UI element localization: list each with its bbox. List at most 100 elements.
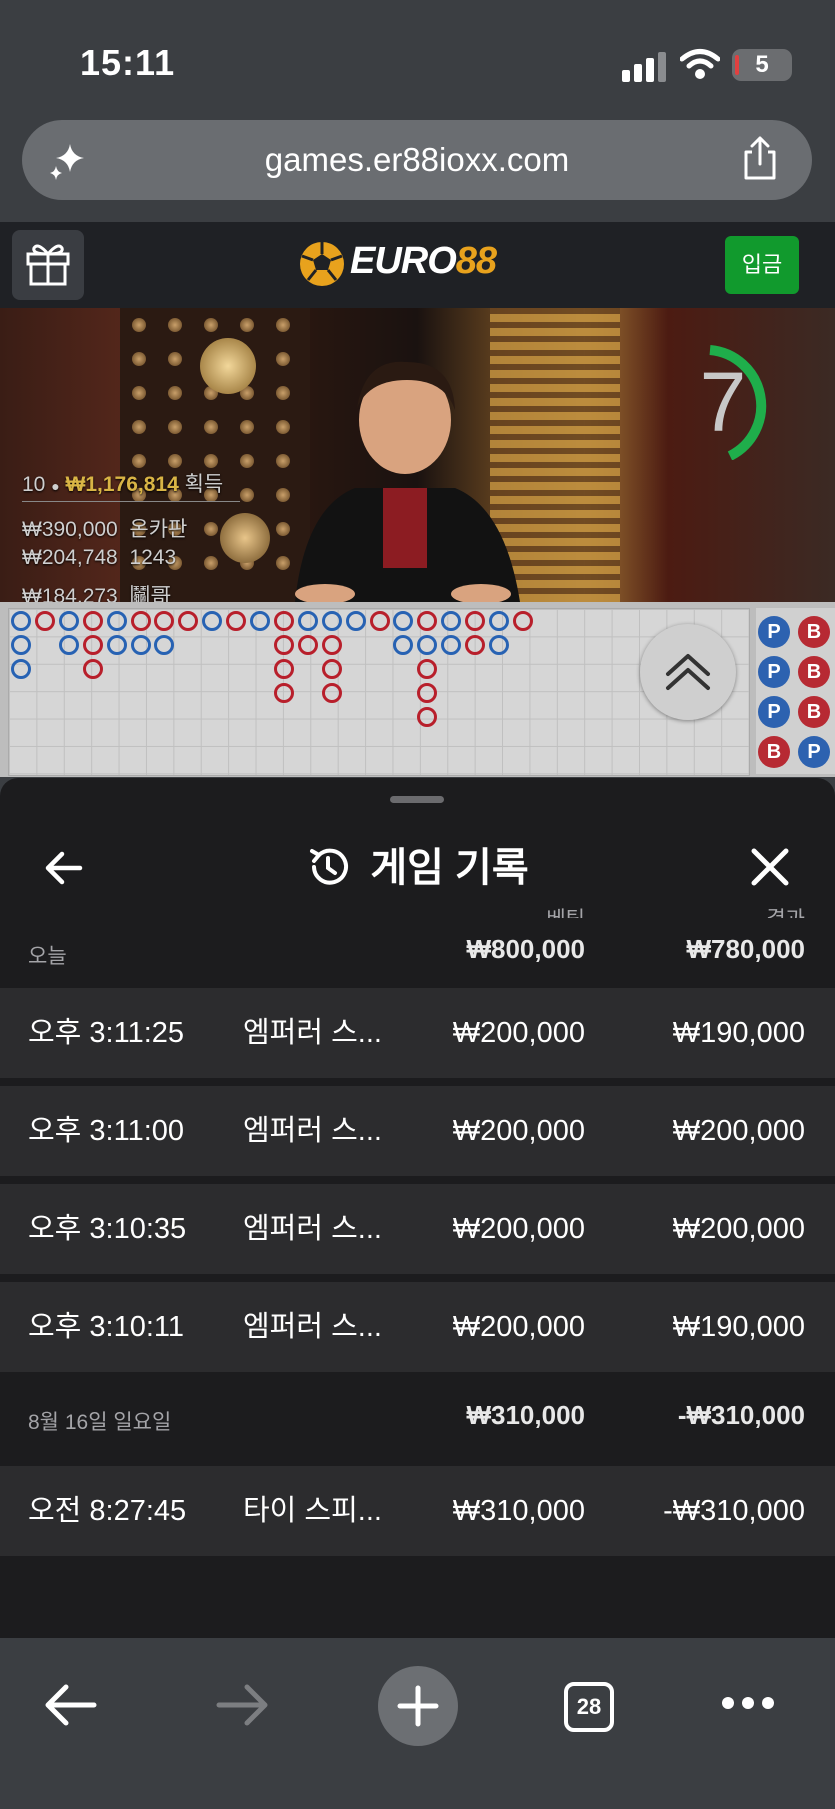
player-bead [489,611,509,631]
player-bead [250,611,270,631]
decor-stud [168,454,182,468]
row-bet: ₩310,000 [452,1495,585,1527]
banker-bead [34,611,55,631]
tab-switcher-button[interactable]: 28 [564,1682,614,1732]
winner-amount: ₩204,748 [22,546,118,569]
cellular-signal-icon [622,52,666,82]
banker-bead [273,682,294,703]
row-result: ₩200,000 [672,1213,805,1245]
player-bead [297,611,318,631]
player-bead [321,611,342,631]
banker-bead [226,611,247,631]
row-game: 엠퍼러 스... [243,1017,382,1049]
bead-road-grid [8,608,750,776]
player-prediction: P [758,616,790,648]
row-time: 오후 3:10:35 [28,1213,187,1245]
winner-row: ₩204,748 1243 [22,546,176,570]
history-row[interactable]: 오후 3:10:11 엠퍼러 스... ₩200,000 ₩190,000 [0,1282,835,1372]
winners-summary: 10 ● ₩1,176,814 획득 [22,468,223,498]
player-bead [417,634,438,655]
row-time: 오전 8:27:45 [28,1495,187,1527]
player-bead [441,634,462,655]
new-tab-button[interactable] [378,1666,458,1746]
live-dealer-video[interactable]: 7 10 ● ₩1,176,814 획득 ₩390,000 온카판 ₩204,7… [0,308,835,602]
road-predictions: PBPBPBBP [756,608,835,774]
date-group-header: 오늘 ₩800,000 ₩780,000 [0,918,835,988]
winner-name: 1243 [129,546,177,569]
player-bead [202,611,223,631]
sheet-title-text: 게임 기록 [370,846,529,890]
close-icon[interactable] [748,844,792,890]
decor-stud [240,318,254,332]
banker-bead [321,682,342,703]
decor-stud [204,556,218,570]
euro88-logo[interactable]: EURO88 [298,236,538,292]
browser-toolbar: 28 [0,1638,835,1809]
sheet-title: 게임 기록 [0,818,835,918]
row-bet: ₩200,000 [452,1311,585,1343]
winner-name: 온카판 [129,518,188,541]
banker-bead [130,611,151,631]
row-result: -₩310,000 [663,1495,805,1527]
more-icon[interactable] [720,1693,776,1713]
dealer-figure [295,361,520,602]
decor-disc [220,513,270,563]
decor-stud [168,318,182,332]
share-icon[interactable] [738,136,782,182]
row-game: 엠퍼러 스... [243,1115,382,1147]
banker-bead [417,706,438,727]
player-prediction: P [758,656,790,688]
banker-prediction: B [798,656,830,688]
row-time: 오후 3:10:11 [28,1311,185,1343]
row-bet: ₩200,000 [452,1017,585,1049]
winner-name: 鬮哥 [129,585,172,602]
user-icon: ● [51,478,60,494]
banker-bead [417,658,438,679]
battery-indicator: 5 [732,49,792,81]
collapse-road-button[interactable] [640,624,736,720]
url-text[interactable]: games.er88ioxx.com [22,120,812,200]
history-row[interactable]: 오후 3:10:35 엠퍼러 스... ₩200,000 ₩200,000 [0,1184,835,1274]
player-count: 10 [22,473,46,496]
history-row[interactable]: 오후 3:11:25 엠퍼러 스... ₩200,000 ₩190,000 [0,988,835,1078]
banker-prediction: B [798,696,830,728]
history-row[interactable]: 오전 8:27:45 타이 스피... ₩310,000 -₩310,000 [0,1466,835,1556]
banker-bead [273,658,294,679]
sparkle-icon[interactable] [48,140,88,180]
decor-stud [132,454,146,468]
decor-stud [204,522,218,536]
banker-bead [82,658,103,679]
winner-amount: ₩390,000 [22,518,118,541]
soccer-ball-icon [300,242,344,286]
player-bead [11,611,31,631]
row-game: 엠퍼러 스... [243,1311,382,1343]
deposit-button[interactable]: 입금 [725,236,799,294]
banker-bead [297,634,318,655]
double-chevron-up-icon [666,654,710,690]
decor-stud [240,488,254,502]
history-row[interactable]: 오후 3:11:00 엠퍼러 스... ₩200,000 ₩200,000 [0,1086,835,1176]
total-win: ₩1,176,814 [65,473,179,496]
banker-bead [465,634,486,655]
back-arrow-icon[interactable] [40,1680,100,1730]
banker-bead [417,611,438,631]
row-bet: ₩200,000 [452,1115,585,1147]
decor-stud [132,352,146,366]
address-bar[interactable]: games.er88ioxx.com [22,120,812,200]
player-bead [106,611,127,631]
player-bead [393,634,414,655]
player-bead [11,634,31,655]
countdown-timer: 7 [699,355,747,449]
gift-button[interactable] [12,230,84,300]
player-bead [393,611,414,631]
decor-stud [240,454,254,468]
sheet-drag-handle[interactable] [390,796,444,803]
decor-disc [200,338,256,394]
banker-bead [321,634,342,655]
player-bead [58,611,79,631]
player-bead [441,611,462,631]
decor-stud [204,454,218,468]
player-prediction: P [798,736,830,768]
forward-arrow-icon[interactable] [213,1680,273,1730]
wifi-icon [680,49,720,79]
